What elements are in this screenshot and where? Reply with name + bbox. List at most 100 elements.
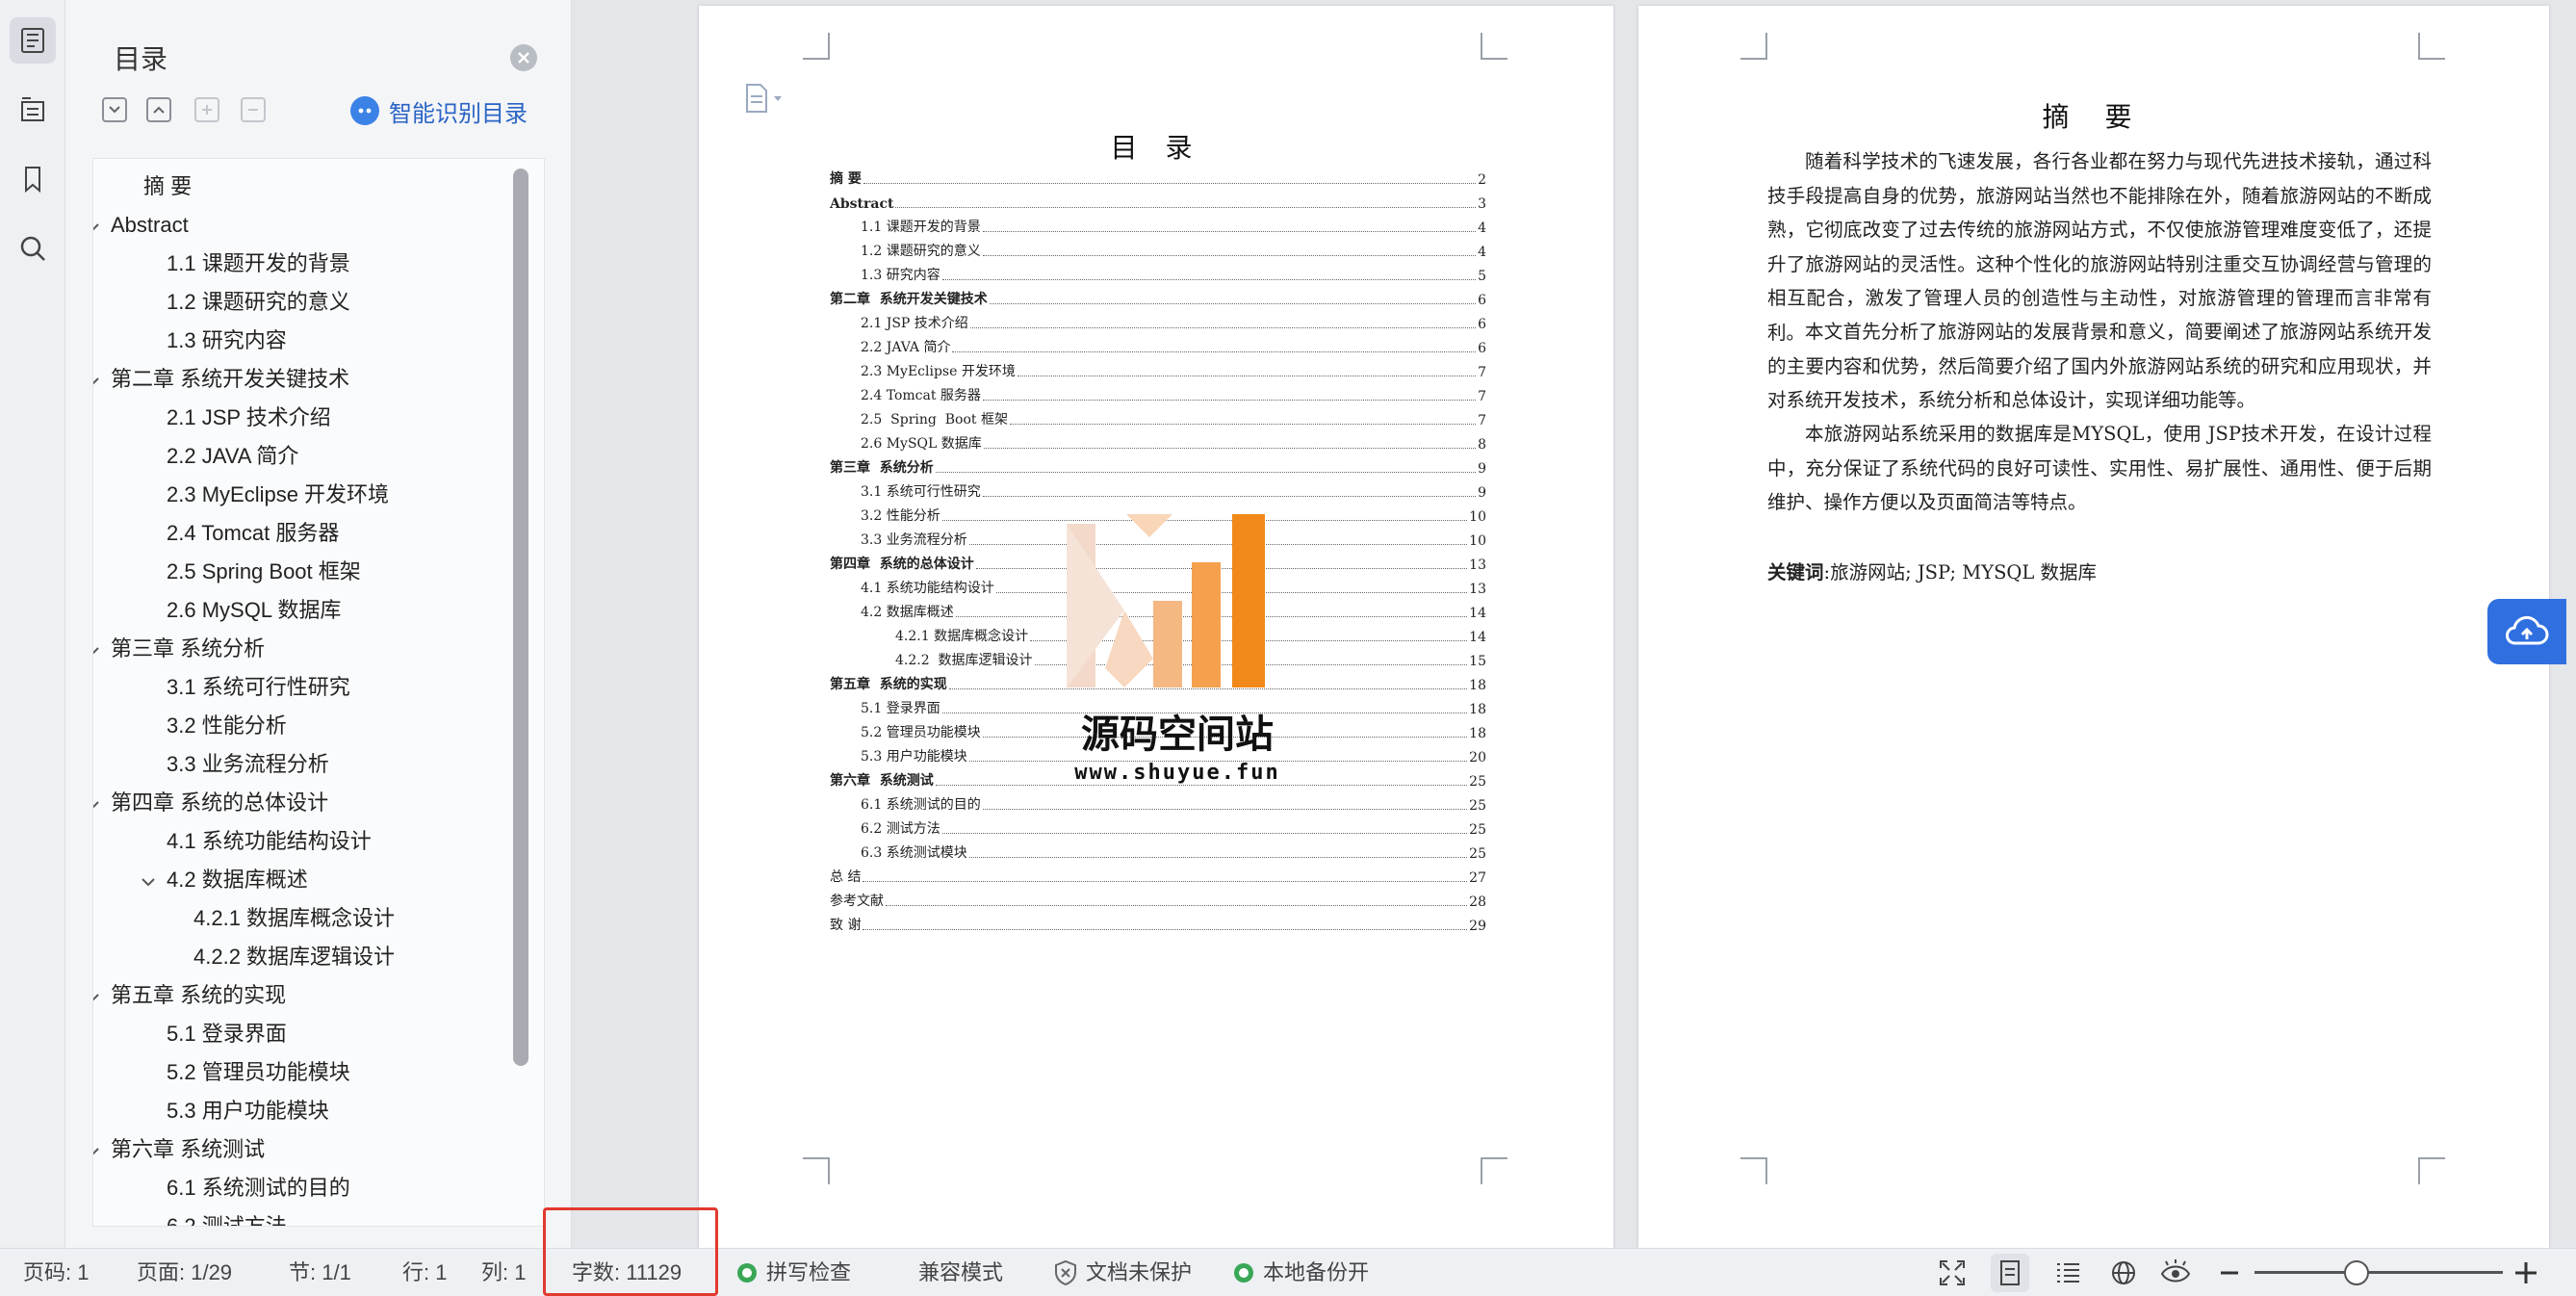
outline-item[interactable]: 第五章 系统的实现 [93, 977, 286, 1014]
outline-item[interactable]: 4.2.2 数据库逻辑设计 [193, 939, 395, 975]
outline-item[interactable]: 2.4 Tomcat 服务器 [167, 515, 339, 552]
chevron-down-icon[interactable] [93, 361, 103, 398]
toc-entry[interactable]: 2.3 MyEclipse 开发环境 7 [861, 356, 1486, 380]
toc-entry[interactable]: 致 谢 29 [830, 910, 1486, 934]
toc-entry[interactable]: 第三章 系统分析 9 [830, 453, 1486, 477]
toc-entry-page: 2 [1478, 172, 1486, 188]
outline-item[interactable]: 第三章 系统分析 [93, 631, 265, 667]
collapse-up-icon[interactable] [146, 97, 171, 122]
zoom-out-icon[interactable] [2214, 1257, 2245, 1288]
toc-entry[interactable]: 6.3 系统测试模块 25 [861, 838, 1486, 862]
abstract-page[interactable]: 摘 要 随着科学技术的飞速发展，各行各业都在努力与现代先进技术接轨，通过科技手段… [1638, 6, 2549, 1248]
toc-entry-title: 1.1 课题开发的背景 [861, 220, 981, 235]
spell-check-button[interactable]: 拼写检查 [735, 1249, 851, 1296]
outline-item[interactable]: 3.1 系统可行性研究 [167, 669, 350, 706]
toc-entry[interactable]: 2.6 MySQL 数据库 8 [861, 428, 1486, 453]
outline-item[interactable]: 4.1 系统功能结构设计 [167, 823, 372, 860]
navigation-pane-icon[interactable] [10, 87, 56, 133]
outline-item[interactable]: 1.3 研究内容 [167, 323, 287, 359]
toc-page[interactable]: 目 录 摘 要 2 Abstract 3 1.1 课题开发的背景 4 1.2 课题研究的意义… [699, 6, 1613, 1248]
document-canvas: 目 录 摘 要 2 Abstract 3 1.1 课题开发的背景 4 1.2 课题研究的意义… [572, 0, 2576, 1248]
add-heading-icon[interactable] [194, 97, 219, 122]
local-backup-button[interactable]: 本地备份开 [1232, 1249, 1369, 1296]
status-section[interactable]: 节: 1/1 [289, 1249, 351, 1296]
smart-recognize-toc-button[interactable]: 智能识别目录 [350, 94, 528, 127]
status-row[interactable]: 行: 1 [402, 1249, 447, 1296]
outline-icon[interactable] [10, 17, 56, 64]
toc-entry[interactable]: 2.5 Spring Boot 框架 7 [861, 404, 1486, 428]
toc-leader-dots [982, 231, 1477, 232]
toc-leader-dots [1010, 424, 1477, 425]
web-view-icon[interactable] [2108, 1257, 2139, 1288]
outline-item[interactable]: 4.2.1 数据库概念设计 [193, 900, 395, 937]
status-page[interactable]: 页面: 1/29 [137, 1249, 232, 1296]
outline-item[interactable]: 摘 要 [143, 168, 192, 205]
toc-entry[interactable]: 2.4 Tomcat 服务器 7 [861, 380, 1486, 404]
chevron-down-icon[interactable] [93, 977, 103, 1014]
status-column[interactable]: 列: 1 [481, 1249, 526, 1296]
outline-item[interactable]: 6.1 系统测试的目的 [167, 1170, 350, 1206]
outline-view-icon[interactable] [2052, 1257, 2083, 1288]
zoom-slider-track[interactable] [2254, 1271, 2503, 1274]
toc-entry[interactable]: 第二章 系统开发关键技术 6 [830, 284, 1486, 308]
outline-item[interactable]: 1.1 课题开发的背景 [167, 246, 350, 282]
toc-entry-title: 5.2 管理员功能模块 [861, 725, 981, 740]
doc-protect-button[interactable]: 文档未保护 [1053, 1249, 1192, 1296]
outline-scrollbar[interactable] [513, 168, 528, 1066]
outline-item[interactable]: 2.3 MyEclipse 开发环境 [167, 477, 389, 513]
outline-item[interactable]: 第六章 系统测试 [93, 1131, 265, 1168]
toc-entry[interactable]: 摘 要 2 [830, 164, 1486, 188]
compat-mode-button[interactable]: 兼容模式 [918, 1249, 1003, 1296]
toc-entry[interactable]: 2.2 JAVA 简介 6 [861, 332, 1486, 356]
toc-entry[interactable]: 参考文献 28 [830, 886, 1486, 910]
fullscreen-icon[interactable] [1937, 1257, 1968, 1288]
toc-entry[interactable]: 1.3 研究内容 5 [861, 260, 1486, 284]
close-icon[interactable] [510, 44, 537, 71]
outline-item[interactable]: 第四章 系统的总体设计 [93, 785, 328, 821]
zoom-slider-thumb[interactable] [2343, 1260, 2369, 1285]
outline-item[interactable]: 第二章 系统开发关键技术 [93, 361, 349, 398]
remove-heading-icon[interactable] [241, 97, 266, 122]
outline-item-label: 4.2.2 数据库逻辑设计 [193, 945, 396, 969]
outline-item[interactable]: 2.2 JAVA 简介 [167, 438, 298, 475]
toc-entry-page: 7 [1478, 365, 1486, 380]
outline-item[interactable]: 1.2 课题研究的意义 [167, 284, 350, 321]
outline-item[interactable]: 5.1 登录界面 [167, 1016, 287, 1052]
toc-entry[interactable]: 1.1 课题开发的背景 4 [861, 212, 1486, 236]
eye-protect-icon[interactable] [2160, 1257, 2191, 1288]
toc-entry[interactable]: Abstract 3 [830, 188, 1486, 212]
zoom-in-icon[interactable] [2511, 1257, 2541, 1288]
status-page-code[interactable]: 页码: 1 [23, 1249, 89, 1296]
chevron-down-icon[interactable] [93, 631, 103, 667]
outline-item[interactable]: 5.2 管理员功能模块 [167, 1054, 350, 1091]
outline-item[interactable]: 6.2 测试方法 [167, 1208, 287, 1226]
bookmark-icon[interactable] [10, 156, 56, 202]
toc-entry[interactable]: 3.1 系统可行性研究 9 [861, 477, 1486, 501]
outline-item[interactable]: 5.3 用户功能模块 [167, 1093, 329, 1129]
toc-entry[interactable]: 1.2 课题研究的意义 4 [861, 236, 1486, 260]
outline-item[interactable]: Abstract [93, 207, 189, 244]
toc-entry[interactable]: 总 结 27 [830, 862, 1486, 886]
page-options-icon[interactable] [743, 83, 789, 120]
chevron-down-icon[interactable] [93, 207, 103, 244]
expand-down-icon[interactable] [102, 97, 127, 122]
cloud-sync-button[interactable] [2487, 599, 2566, 664]
outline-item[interactable]: 4.2 数据库概述 [138, 862, 308, 898]
crop-mark [1481, 33, 1507, 60]
chevron-down-icon[interactable] [138, 862, 159, 898]
page-view-icon[interactable] [1991, 1254, 2029, 1292]
outline-item[interactable]: 3.2 性能分析 [167, 708, 287, 744]
crop-mark [2418, 1157, 2445, 1184]
outline-item[interactable]: 2.1 JSP 技术介绍 [167, 400, 331, 436]
toc-entry-title: 2.5 Spring Boot 框架 [861, 412, 1008, 428]
outline-item[interactable]: 2.6 MySQL 数据库 [167, 592, 341, 629]
chevron-down-icon[interactable] [93, 1131, 103, 1168]
toc-entry-title: 3.2 性能分析 [861, 508, 940, 524]
outline-item[interactable]: 2.5 Spring Boot 框架 [167, 554, 361, 590]
toc-entry-page: 7 [1478, 389, 1486, 404]
chevron-down-icon[interactable] [93, 785, 103, 821]
search-icon[interactable] [10, 225, 56, 272]
toc-entry[interactable]: 2.1 JSP 技术介绍 6 [861, 308, 1486, 332]
toc-entry[interactable]: 6.2 测试方法 25 [861, 814, 1486, 838]
outline-item[interactable]: 3.3 业务流程分析 [167, 746, 329, 783]
